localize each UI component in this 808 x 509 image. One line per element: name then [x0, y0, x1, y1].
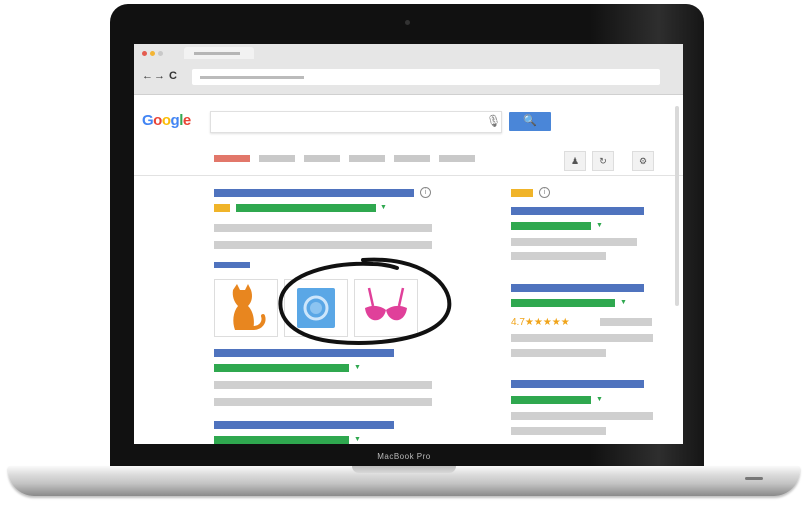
- result-snippet: [214, 241, 432, 249]
- laptop-notch: [352, 466, 456, 473]
- tab-all[interactable]: [214, 155, 250, 162]
- mic-icon[interactable]: 🎙: [486, 114, 501, 128]
- ad-snippet: [511, 349, 606, 357]
- chevron-down-icon[interactable]: ▼: [596, 396, 603, 404]
- ad-snippet: [511, 252, 606, 260]
- image-result-cat[interactable]: [214, 279, 278, 337]
- refresh-icon[interactable]: ↻: [592, 151, 614, 171]
- tab-5[interactable]: [394, 155, 430, 162]
- model-label: MacBook Pro: [377, 452, 431, 461]
- tab-title-placeholder: [194, 52, 240, 55]
- images-heading[interactable]: [214, 262, 250, 268]
- ad-url[interactable]: [511, 299, 615, 307]
- reload-icon[interactable]: C: [169, 71, 177, 82]
- cat-icon: [232, 284, 266, 330]
- result-url[interactable]: [214, 436, 349, 444]
- forward-icon[interactable]: →: [154, 71, 165, 82]
- highlight-circle: [278, 257, 452, 345]
- tab-6[interactable]: [439, 155, 475, 162]
- maximize-window-button[interactable]: [158, 51, 163, 56]
- ad-snippet: [511, 412, 653, 420]
- chevron-down-icon[interactable]: ▼: [380, 204, 387, 212]
- result-snippet: [214, 224, 432, 232]
- chevron-down-icon[interactable]: ▼: [596, 222, 603, 230]
- account-icon[interactable]: ♟: [564, 151, 586, 171]
- screen: ← → C Google 🎙 🔍 ♟ ↻ ⚙ i ▼ ▼ ▼ i ▼ ▼ 4.7…: [134, 44, 683, 444]
- close-window-button[interactable]: [142, 51, 147, 56]
- info-icon[interactable]: i: [420, 187, 431, 198]
- result-title[interactable]: [214, 421, 394, 429]
- minimize-window-button[interactable]: [150, 51, 155, 56]
- ad-snippet: [511, 238, 637, 246]
- ad-title[interactable]: [511, 207, 644, 215]
- info-icon[interactable]: i: [539, 187, 550, 198]
- result-snippet: [214, 381, 432, 389]
- ad-snippet: [511, 427, 606, 435]
- tab-2[interactable]: [259, 155, 295, 162]
- result-snippet: [214, 398, 432, 406]
- tab-4[interactable]: [349, 155, 385, 162]
- ad-url[interactable]: [511, 396, 591, 404]
- result-title[interactable]: [214, 189, 414, 197]
- ad-title[interactable]: [511, 380, 644, 388]
- search-button[interactable]: 🔍: [509, 112, 551, 131]
- rating: 4.7★★★★★: [511, 317, 570, 328]
- ad-url[interactable]: [511, 222, 591, 230]
- url-placeholder: [200, 76, 304, 79]
- result-title[interactable]: [214, 349, 394, 357]
- chevron-down-icon[interactable]: ▼: [620, 299, 627, 307]
- ad-snippet: [511, 334, 653, 342]
- search-input[interactable]: [210, 111, 502, 133]
- back-icon[interactable]: ←: [142, 71, 153, 82]
- ad-badge: [511, 189, 533, 197]
- result-url[interactable]: [214, 364, 349, 372]
- result-url[interactable]: [236, 204, 376, 212]
- google-logo[interactable]: Google: [142, 112, 191, 129]
- settings-icon[interactable]: ⚙: [632, 151, 654, 171]
- ad-badge: [214, 204, 230, 212]
- webcam: [405, 20, 410, 25]
- chevron-down-icon[interactable]: ▼: [354, 364, 361, 372]
- ad-title[interactable]: [511, 284, 644, 292]
- ad-snippet: [600, 318, 652, 326]
- laptop-indicator: [745, 477, 763, 480]
- tab-3[interactable]: [304, 155, 340, 162]
- scrollbar[interactable]: [675, 106, 679, 306]
- chevron-down-icon[interactable]: ▼: [354, 436, 361, 444]
